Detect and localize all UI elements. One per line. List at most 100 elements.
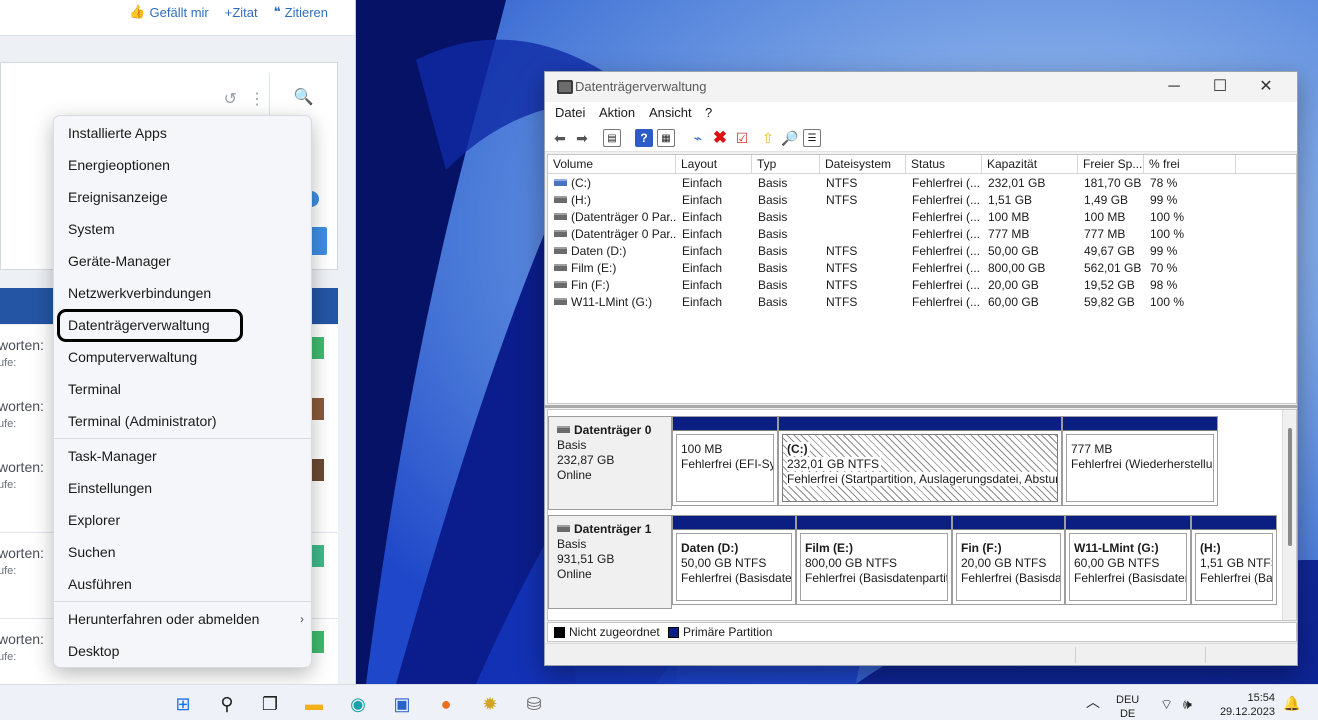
- volume-icon[interactable]: 🕪: [1183, 697, 1192, 711]
- menu-datei[interactable]: Datei: [555, 105, 585, 120]
- menu-item-device-manager[interactable]: Geräte-Manager: [68, 246, 298, 276]
- table-cell: 60,00 GB: [988, 295, 1039, 309]
- disk-label[interactable]: Datenträger 1 Basis 931,51 GB Online: [548, 515, 672, 609]
- table-cell: 232,01 GB: [988, 176, 1046, 190]
- menu-item-search[interactable]: Suchen: [68, 537, 298, 567]
- console-tree-icon[interactable]: ▤: [603, 129, 621, 147]
- wifi-icon[interactable]: ⌔: [1160, 697, 1173, 711]
- clock[interactable]: 15:54 29.12.2023: [1217, 691, 1275, 719]
- column-percent-free[interactable]: % frei: [1144, 155, 1236, 174]
- store-icon[interactable]: ▣: [390, 693, 414, 715]
- partition-f[interactable]: Fin (F:) 20,00 GB NTFS Fehlerfrei (Basis…: [952, 515, 1065, 605]
- menu-item-system[interactable]: System: [68, 214, 298, 244]
- graph-vertical-scrollbar[interactable]: [1282, 410, 1296, 620]
- menu-item-run[interactable]: Ausführen: [68, 569, 298, 599]
- menu-item-shutdown[interactable]: Herunterfahren oder abmelden ›: [68, 604, 304, 634]
- windows-start-icon[interactable]: ⊞: [171, 693, 195, 715]
- language-indicator[interactable]: DEU DE: [1116, 693, 1139, 720]
- menu-item-event-viewer[interactable]: Ereignisanzeige: [68, 182, 298, 212]
- back-arrow-icon[interactable]: ⬅: [551, 129, 569, 147]
- disk-icon: [557, 525, 570, 533]
- table-cell: Einfach: [682, 193, 723, 207]
- table-row[interactable]: Film (E:) Einfach Basis NTFS Fehlerfrei (...…: [548, 260, 1296, 277]
- avatar: [312, 631, 324, 653]
- menu-help[interactable]: ?: [705, 105, 712, 120]
- table-row[interactable]: (C:) Einfach Basis NTFS Fehlerfrei (... 232,0…: [548, 175, 1296, 192]
- partition-h[interactable]: (H:) 1,51 GB NTFS Fehlerfrei (Ba: [1191, 515, 1277, 605]
- properties-icon[interactable]: ▦: [657, 129, 675, 147]
- partition-efi[interactable]: 100 MB Fehlerfrei (EFI-Sys: [672, 416, 778, 506]
- maximize-button[interactable]: ☐: [1197, 75, 1243, 99]
- column-layout[interactable]: Layout: [676, 155, 752, 174]
- table-cell: 78 %: [1150, 176, 1178, 190]
- partition-recovery[interactable]: 777 MB Fehlerfrei (Wiederherstellu: [1062, 416, 1218, 506]
- title-bar[interactable]: Datenträgerverwaltung ─ ☐ ✕: [545, 72, 1297, 102]
- table-cell: 49,67 GB: [1084, 244, 1135, 258]
- menu-aktion[interactable]: Aktion: [599, 105, 635, 120]
- partition-d[interactable]: Daten (D:) 50,00 GB NTFS Fehlerfrei (Bas…: [672, 515, 796, 605]
- column-capacity[interactable]: Kapazität: [982, 155, 1078, 174]
- table-row[interactable]: W11-LMint (G:) Einfach Basis NTFS Fehlerfrei…: [548, 294, 1296, 311]
- column-type[interactable]: Typ: [752, 155, 820, 174]
- volume-list[interactable]: Volume Layout Typ Dateisystem Status Kap…: [547, 154, 1297, 404]
- delete-icon[interactable]: ✖: [711, 129, 729, 147]
- volume-icon: [554, 196, 567, 204]
- disk-row-0: Datenträger 0 Basis 232,87 GB Online 100…: [548, 416, 1282, 510]
- avatar: [312, 337, 324, 359]
- help-icon[interactable]: ?: [635, 129, 653, 147]
- notification-bell-icon[interactable]: 🔔: [1283, 696, 1300, 710]
- folder-up-icon[interactable]: ⇧: [759, 129, 777, 147]
- partition-e[interactable]: Film (E:) 800,00 GB NTFS Fehlerfrei (Bas…: [796, 515, 952, 605]
- table-row[interactable]: Daten (D:) Einfach Basis NTFS Fehlerfrei (..…: [548, 243, 1296, 260]
- table-row[interactable]: (Datenträger 0 Par... Einfach Basis Fehlerf…: [548, 209, 1296, 226]
- check-icon[interactable]: ☑: [733, 129, 751, 147]
- minimize-button[interactable]: ─: [1151, 75, 1197, 99]
- column-status[interactable]: Status: [906, 155, 982, 174]
- partition-g[interactable]: W11-LMint (G:) 60,00 GB NTFS Fehlerfrei …: [1065, 515, 1191, 605]
- menu-ansicht[interactable]: Ansicht: [649, 105, 692, 120]
- table-row[interactable]: (H:) Einfach Basis NTFS Fehlerfrei (... 1,51 …: [548, 192, 1296, 209]
- menu-item-power-options[interactable]: Energieoptionen: [68, 150, 298, 180]
- view-icon[interactable]: ☰: [803, 129, 821, 147]
- menu-item-installed-apps[interactable]: Installierte Apps: [68, 118, 298, 148]
- menu-item-explorer[interactable]: Explorer: [68, 505, 298, 535]
- table-cell: 181,70 GB: [1084, 176, 1142, 190]
- disk-management-icon[interactable]: ⛁: [522, 693, 546, 715]
- file-explorer-icon[interactable]: ▬: [302, 693, 326, 715]
- firefox-icon[interactable]: ●: [434, 693, 458, 715]
- menu-item-task-manager[interactable]: Task-Manager: [68, 441, 298, 471]
- pane-splitter[interactable]: [545, 405, 1297, 408]
- close-button[interactable]: ✕: [1243, 75, 1289, 99]
- disk-graphical-view: Datenträger 0 Basis 232,87 GB Online 100…: [547, 409, 1297, 621]
- disk-label[interactable]: Datenträger 0 Basis 232,87 GB Online: [548, 416, 672, 510]
- chevron-up-icon[interactable]: ︿: [1086, 695, 1100, 709]
- table-cell: [820, 226, 906, 243]
- task-view-icon[interactable]: ❐: [258, 693, 282, 715]
- menu-item-desktop[interactable]: Desktop: [68, 636, 298, 666]
- menu-item-terminal-admin[interactable]: Terminal (Administrator): [68, 406, 298, 436]
- table-row[interactable]: Fin (F:) Einfach Basis NTFS Fehlerfrei (... 2…: [548, 277, 1296, 294]
- column-free-space[interactable]: Freier Sp...: [1078, 155, 1144, 174]
- scrollbar-thumb[interactable]: [1288, 428, 1292, 546]
- add-quote-button[interactable]: +Zitat: [225, 4, 258, 20]
- table-cell: NTFS: [826, 244, 858, 258]
- quote-button[interactable]: ❝ Zitieren: [274, 4, 328, 20]
- table-cell: Fehlerfrei (...: [912, 261, 981, 275]
- menu-item-terminal[interactable]: Terminal: [68, 374, 298, 404]
- menu-item-network-connections[interactable]: Netzwerkverbindungen: [68, 278, 298, 308]
- menu-item-settings[interactable]: Einstellungen: [68, 473, 298, 503]
- table-row[interactable]: (Datenträger 0 Par... Einfach Basis Fehlerf…: [548, 226, 1296, 243]
- edge-browser-icon[interactable]: ◉: [346, 693, 370, 715]
- search-folder-icon[interactable]: 🔎: [781, 129, 799, 147]
- like-button[interactable]: 👍 Gefällt mir: [129, 4, 208, 20]
- forward-arrow-icon[interactable]: ➡: [573, 129, 591, 147]
- table-cell: 20,00 GB: [988, 278, 1039, 292]
- column-filesystem[interactable]: Dateisystem: [820, 155, 906, 174]
- menu-item-computer-management[interactable]: Computerverwaltung: [68, 342, 298, 372]
- partition-c[interactable]: (C:) 232,01 GB NTFS Fehlerfrei (Startpar…: [778, 416, 1062, 506]
- connect-disk-icon[interactable]: ⌁: [689, 129, 707, 147]
- column-volume[interactable]: Volume: [548, 155, 676, 174]
- settings-app-icon[interactable]: ✹: [478, 693, 502, 715]
- search-icon[interactable]: ⚲: [215, 693, 239, 715]
- table-cell: Einfach: [682, 227, 723, 241]
